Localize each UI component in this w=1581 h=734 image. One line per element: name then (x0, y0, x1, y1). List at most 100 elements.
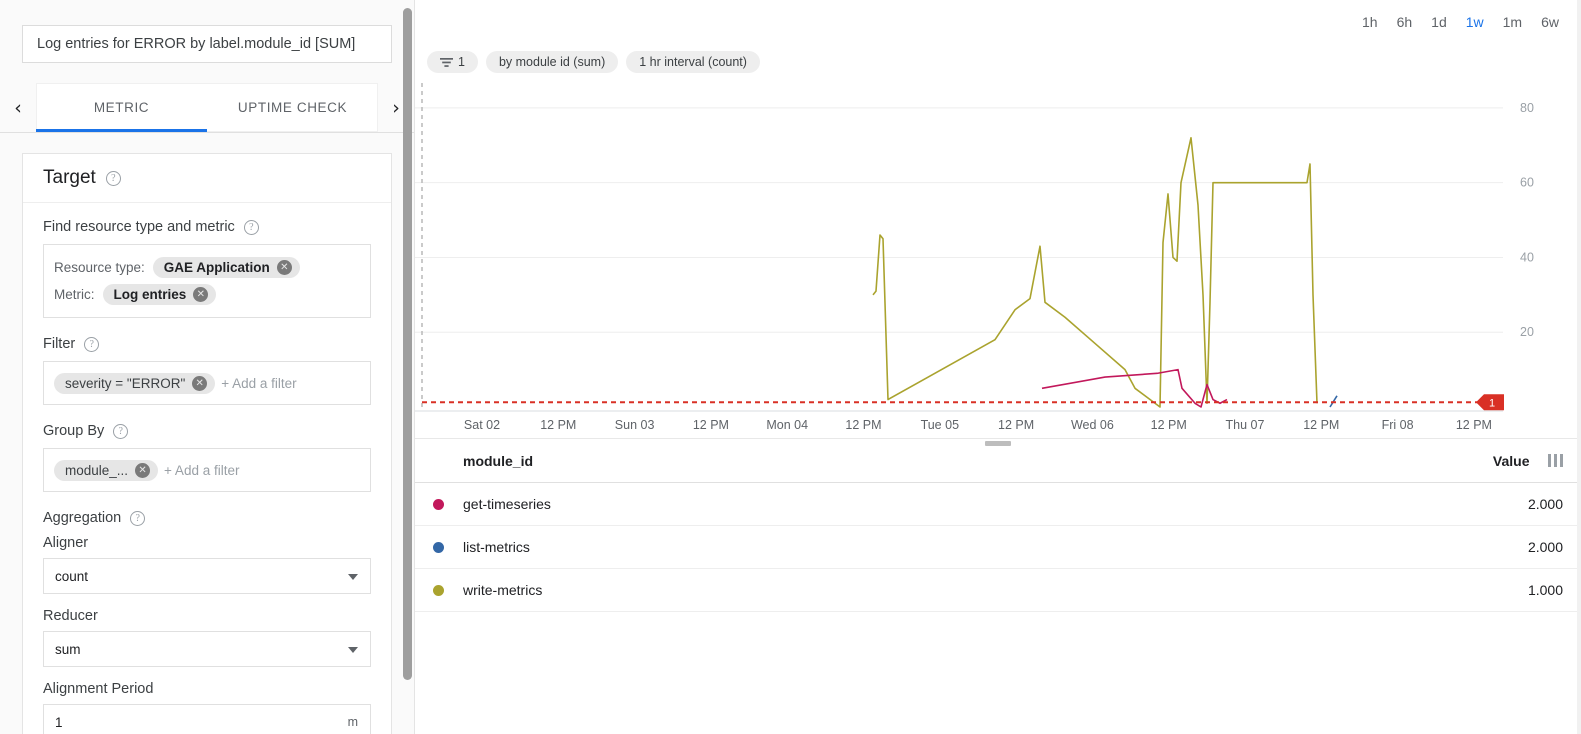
tab-uptime-check-label: UPTIME CHECK (238, 100, 347, 115)
chip-group-by[interactable]: by module id (sum) (486, 51, 618, 73)
time-range-selector: 1h 6h 1d 1w 1m 6w (1362, 14, 1559, 30)
legend-row[interactable]: write-metrics1.000 (415, 569, 1581, 612)
legend-row[interactable]: get-timeseries2.000 (415, 483, 1581, 526)
svg-text:60: 60 (1520, 176, 1534, 190)
svg-text:Thu 07: Thu 07 (1226, 418, 1265, 432)
group-by-label-row: Group By ? (43, 423, 371, 439)
chevron-left-icon[interactable]: ‹ (0, 83, 36, 132)
metric-row: Metric: Log entries ✕ (54, 281, 360, 308)
filter-label: Filter (43, 336, 75, 352)
legend-series-name: write-metrics (463, 582, 1443, 598)
chart-title-value: Log entries for ERROR by label.module_id… (37, 36, 355, 52)
tab-uptime-check[interactable]: UPTIME CHECK (207, 83, 378, 132)
left-panel-scrollbar[interactable] (403, 8, 412, 680)
chip-filter-count[interactable]: 1 (427, 51, 478, 73)
metric-chip[interactable]: Log entries ✕ (103, 284, 217, 305)
time-series-chart[interactable]: 204060801Sat 0212 PMSun 0312 PMMon 0412 … (415, 78, 1555, 438)
alignment-period-input[interactable]: 1 m (43, 704, 371, 734)
alignment-period-unit: m (348, 715, 358, 729)
svg-text:80: 80 (1520, 101, 1534, 115)
tab-metric[interactable]: METRIC (36, 83, 207, 132)
svg-text:Tue 05: Tue 05 (921, 418, 960, 432)
time-range-1w[interactable]: 1w (1466, 14, 1484, 30)
svg-text:12 PM: 12 PM (693, 418, 729, 432)
svg-text:Fri 08: Fri 08 (1382, 418, 1414, 432)
left-config-panel: Log entries for ERROR by label.module_id… (0, 0, 415, 734)
add-filter-input[interactable]: + Add a filter (221, 376, 296, 391)
help-icon-target[interactable]: ? (106, 171, 121, 186)
right-panel-scrollbar[interactable] (1577, 0, 1581, 734)
close-icon-filter[interactable]: ✕ (192, 376, 207, 391)
svg-text:20: 20 (1520, 325, 1534, 339)
time-range-6w[interactable]: 6w (1541, 14, 1559, 30)
time-range-1m[interactable]: 1m (1503, 14, 1522, 30)
time-range-1h[interactable]: 1h (1362, 14, 1378, 30)
close-icon-group-by[interactable]: ✕ (135, 463, 150, 478)
aligner-select[interactable]: count (43, 558, 371, 594)
aggregation-label-row: Aggregation ? (43, 510, 371, 526)
svg-text:Wed 06: Wed 06 (1071, 418, 1114, 432)
help-icon-filter[interactable]: ? (84, 337, 99, 352)
filter-chip[interactable]: severity = "ERROR" ✕ (54, 373, 215, 394)
find-resource-label: Find resource type and metric (43, 219, 235, 235)
svg-text:Sun 03: Sun 03 (615, 418, 655, 432)
legend-rows: get-timeseries2.000list-metrics2.000writ… (415, 483, 1581, 612)
add-group-by-input[interactable]: + Add a filter (164, 463, 239, 478)
svg-text:12 PM: 12 PM (998, 418, 1034, 432)
svg-text:12 PM: 12 PM (1151, 418, 1187, 432)
svg-text:Sat 02: Sat 02 (464, 418, 500, 432)
right-chart-panel: 1h 6h 1d 1w 1m 6w 1 by module id (sum) 1… (415, 0, 1581, 734)
legend-col-module-id: module_id (463, 453, 1410, 469)
time-range-1d[interactable]: 1d (1431, 14, 1447, 30)
group-by-box[interactable]: module_... ✕ + Add a filter (43, 448, 371, 492)
metric-chip-label: Log entries (114, 287, 187, 302)
svg-text:40: 40 (1520, 250, 1534, 264)
page-title: Target (43, 167, 96, 189)
group-by-label: Group By (43, 423, 104, 439)
group-by-row: module_... ✕ + Add a filter (54, 458, 360, 482)
chart-title-input[interactable]: Log entries for ERROR by label.module_id… (22, 25, 392, 63)
alignment-period-label: Alignment Period (43, 681, 371, 697)
help-icon-aggregation[interactable]: ? (130, 511, 145, 526)
legend-col-value: Value (1410, 453, 1530, 469)
chevron-down-icon-aligner (348, 574, 358, 580)
series-color-dot (433, 499, 444, 510)
aligner-value: count (55, 569, 88, 584)
legend-resize-handle[interactable] (985, 441, 1011, 446)
svg-text:12 PM: 12 PM (845, 418, 881, 432)
svg-text:12 PM: 12 PM (540, 418, 576, 432)
resource-type-chip-label: GAE Application (164, 260, 270, 275)
group-by-chip[interactable]: module_... ✕ (54, 460, 158, 481)
chip-filter-count-label: 1 (458, 55, 465, 69)
close-icon-resource-type[interactable]: ✕ (277, 260, 292, 275)
help-icon-find-resource[interactable]: ? (244, 220, 259, 235)
filter-box[interactable]: severity = "ERROR" ✕ + Add a filter (43, 361, 371, 405)
filter-icon (440, 57, 453, 68)
filter-label-row: Filter ? (43, 336, 371, 352)
chart-chip-bar: 1 by module id (sum) 1 hr interval (coun… (427, 51, 760, 73)
alignment-period-value: 1 (55, 715, 63, 730)
columns-icon[interactable] (1548, 454, 1564, 467)
reducer-label: Reducer (43, 608, 371, 624)
series-legend-table: module_id Value get-timeseries2.000list-… (415, 438, 1581, 734)
chip-group-by-label: by module id (sum) (499, 55, 605, 69)
reducer-select[interactable]: sum (43, 631, 371, 667)
find-resource-label-row: Find resource type and metric ? (43, 219, 371, 235)
legend-series-name: get-timeseries (463, 496, 1443, 512)
target-card-header: Target ? (23, 154, 391, 203)
close-icon-metric[interactable]: ✕ (193, 287, 208, 302)
target-card-body: Find resource type and metric ? Resource… (23, 203, 391, 734)
legend-row[interactable]: list-metrics2.000 (415, 526, 1581, 569)
filter-row: severity = "ERROR" ✕ + Add a filter (54, 371, 360, 395)
aligner-label: Aligner (43, 535, 371, 551)
chip-interval[interactable]: 1 hr interval (count) (626, 51, 760, 73)
legend-series-name: list-metrics (463, 539, 1443, 555)
series-color-dot (433, 542, 444, 553)
time-range-6h[interactable]: 6h (1397, 14, 1413, 30)
target-card: Target ? Find resource type and metric ?… (22, 153, 392, 734)
resource-and-metric-box: Resource type: GAE Application ✕ Metric:… (43, 244, 371, 318)
resource-type-chip[interactable]: GAE Application ✕ (153, 257, 300, 278)
help-icon-group-by[interactable]: ? (113, 424, 128, 439)
chip-interval-label: 1 hr interval (count) (639, 55, 747, 69)
legend-series-value: 2.000 (1443, 539, 1563, 555)
